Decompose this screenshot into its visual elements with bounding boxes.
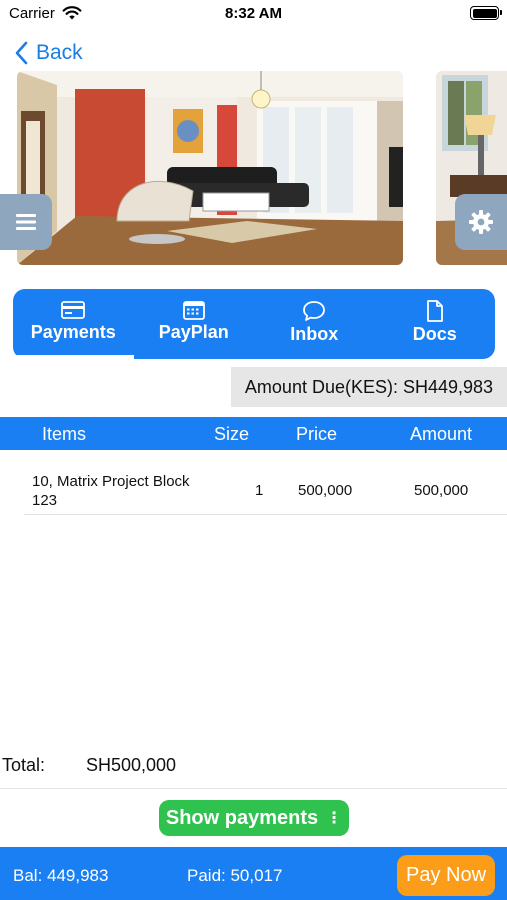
cell-item: 10, Matrix Project Block 123 xyxy=(32,473,190,509)
clock: 8:32 AM xyxy=(225,5,282,22)
show-payments-button[interactable]: Show payments ⋮ xyxy=(159,800,349,836)
cell-amount: 500,000 xyxy=(414,482,469,499)
status-bar: Carrier 8:32 AM xyxy=(0,0,507,30)
property-photo[interactable] xyxy=(17,71,403,265)
total-value: SH500,000 xyxy=(86,755,177,775)
column-header-size: Size xyxy=(214,424,250,444)
tab-label: Docs xyxy=(412,324,457,344)
tab-payments[interactable]: Payments xyxy=(13,289,134,359)
tab-payplan[interactable]: PayPlan xyxy=(134,289,255,359)
hamburger-menu-icon xyxy=(16,214,36,230)
tab-label: Payments xyxy=(30,322,116,342)
back-button[interactable]: Back xyxy=(14,38,83,68)
settings-button[interactable] xyxy=(455,194,507,250)
document-icon xyxy=(426,300,443,322)
column-header-items: Items xyxy=(42,424,87,444)
cell-size: 1 xyxy=(255,482,264,499)
bottom-summary-bar: Bal: 449,983 Paid: 50,017 Pay Now xyxy=(0,847,507,900)
show-payments-label: Show payments xyxy=(165,806,319,829)
paid-label: Paid: 50,017 xyxy=(187,866,283,885)
battery-icon xyxy=(470,6,502,20)
amount-due-badge: Amount Due(KES): SH449,983 xyxy=(231,367,507,407)
tab-label: PayPlan xyxy=(158,322,229,342)
cell-price: 500,000 xyxy=(298,482,353,499)
more-vertical-icon: ⋮ xyxy=(326,810,343,827)
tab-inbox[interactable]: Inbox xyxy=(254,289,375,359)
photo-carousel[interactable] xyxy=(0,71,507,265)
chevron-left-icon xyxy=(15,41,28,65)
tab-label: Inbox xyxy=(290,324,339,344)
menu-button[interactable] xyxy=(0,194,52,250)
total-label: Total: xyxy=(2,755,46,775)
back-label: Back xyxy=(36,41,83,64)
tab-docs[interactable]: Docs xyxy=(375,289,496,359)
row-divider xyxy=(24,514,507,515)
pay-now-button[interactable]: Pay Now xyxy=(397,855,495,896)
items-table-header: Items Size Price Amount xyxy=(0,417,507,450)
gear-icon xyxy=(469,210,493,234)
column-header-price: Price xyxy=(296,424,338,444)
table-row[interactable]: 10, Matrix Project Block 123 1 500,000 5… xyxy=(0,465,507,515)
column-header-amount: Amount xyxy=(410,424,473,444)
divider xyxy=(0,788,507,789)
tab-bar: Payments PayPlan Inbox Docs xyxy=(13,289,495,359)
balance-label: Bal: 449,983 xyxy=(13,866,109,885)
card-icon xyxy=(61,301,86,319)
chat-bubble-icon xyxy=(303,301,326,321)
calendar-icon xyxy=(182,301,205,320)
